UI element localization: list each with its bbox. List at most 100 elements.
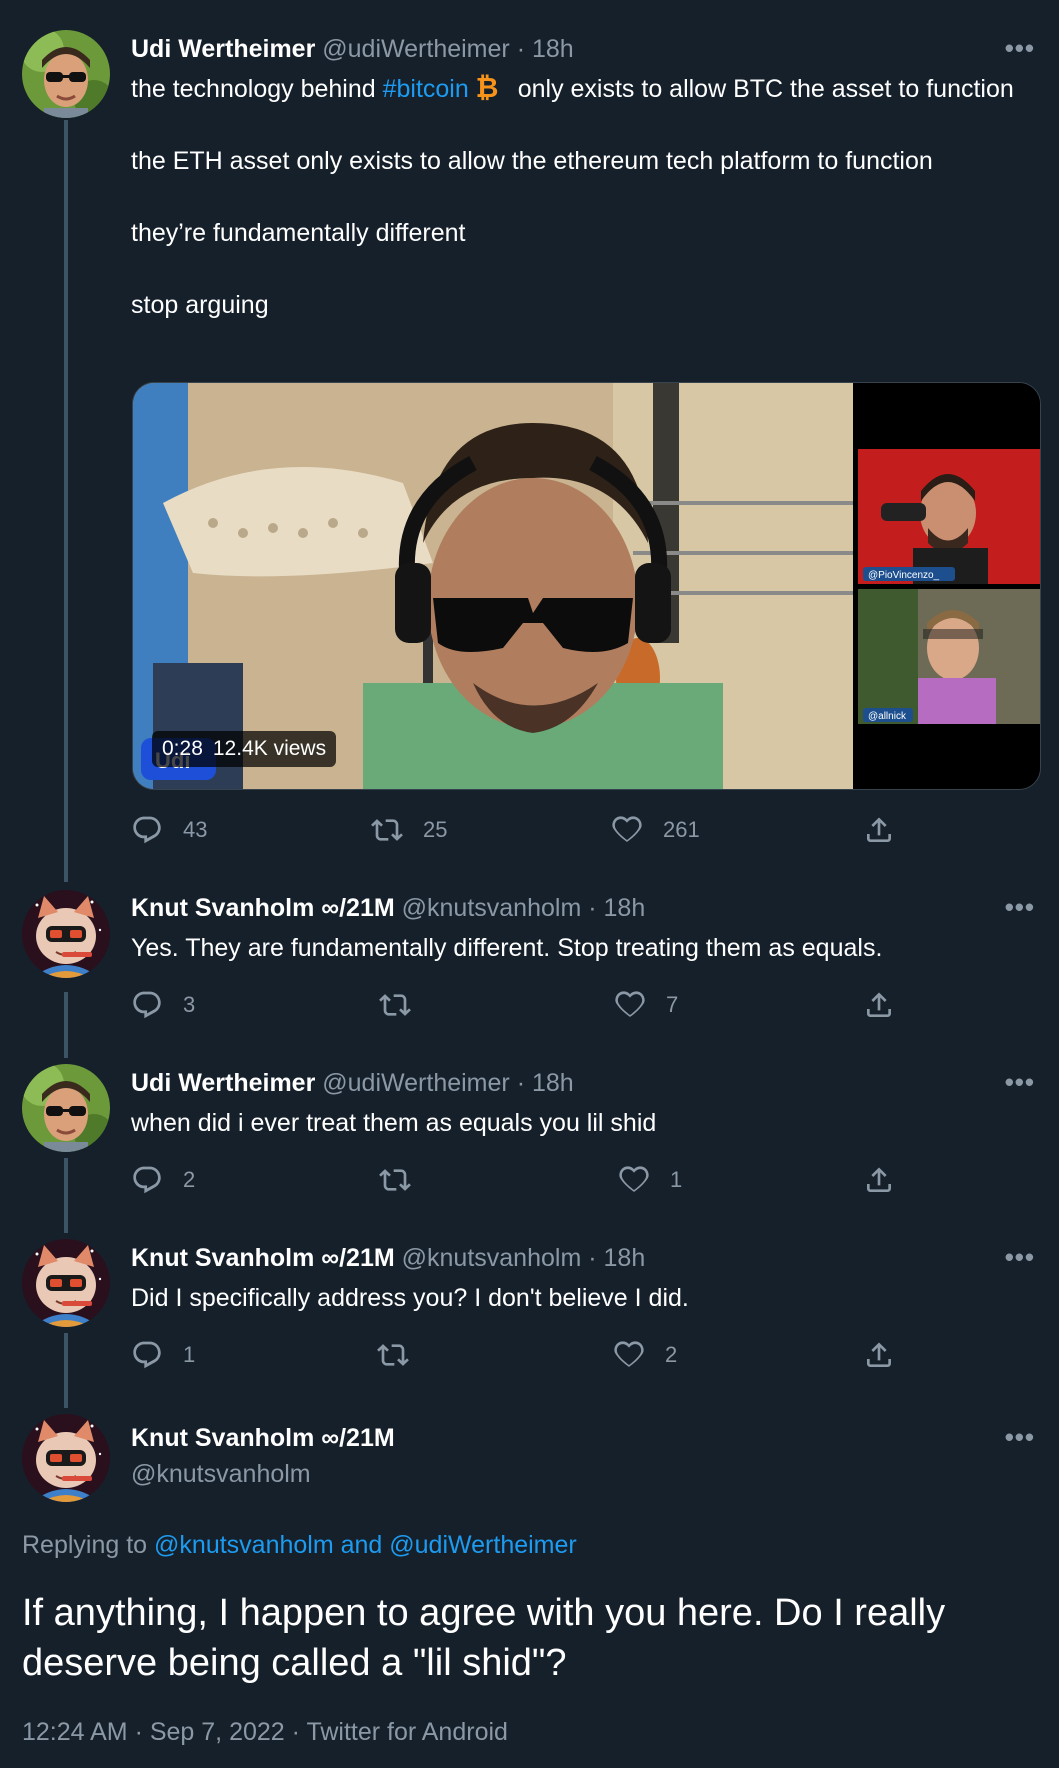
retweet-button[interactable]: 25	[371, 810, 447, 850]
retweet-icon	[377, 1339, 409, 1371]
like-icon	[611, 814, 643, 846]
tweet-header: Knut Svanholm ∞/21M @knutsvanholm · 18h	[131, 1243, 645, 1273]
share-icon	[863, 1164, 895, 1196]
tweet-paragraph: they’re fundamentally different	[131, 219, 466, 247]
avatar-knut[interactable]	[22, 890, 110, 978]
thread-line	[64, 1333, 68, 1408]
like-count: 261	[663, 817, 700, 842]
user-handle[interactable]: @udiWertheimer	[322, 1069, 509, 1097]
tweet-time[interactable]: · 18h	[517, 1069, 574, 1097]
tweet-text-part: the technology behind	[131, 75, 383, 103]
replying-to: Replying to @knutsvanholm and @udiWerthe…	[22, 1531, 577, 1560]
tweet-paragraph: the ETH asset only exists to allow the e…	[131, 147, 933, 175]
bitcoin-icon: ₿	[475, 72, 498, 102]
reply-count: 43	[183, 817, 208, 842]
reply-button[interactable]: 1	[131, 1335, 195, 1375]
video-player[interactable]: @PioVincenzo_ @allnick Udi	[132, 382, 1041, 790]
tweet-text-part: only exists to allow BTC the asset to fu…	[510, 75, 1014, 103]
tweet-time[interactable]: · 18h	[588, 1244, 645, 1272]
focused-handle: @knutsvanholm	[131, 1459, 311, 1489]
like-button[interactable]: 7	[614, 985, 678, 1025]
tweet-text: Yes. They are fundamentally different. S…	[131, 934, 883, 962]
thread-line	[64, 992, 68, 1058]
retweet-button[interactable]	[379, 1160, 411, 1200]
more-icon[interactable]: •••	[1005, 1069, 1035, 1095]
replying-to-link[interactable]: @knutsvanholm and @udiWertheimer	[154, 1531, 577, 1559]
share-button[interactable]	[863, 985, 895, 1025]
like-count: 7	[666, 992, 679, 1017]
reply-count: 3	[183, 992, 196, 1017]
reply-button[interactable]: 2	[131, 1160, 195, 1200]
tweet-header: Udi Wertheimer @udiWertheimer · 18h	[131, 1068, 574, 1098]
tweet-text: Did I specifically address you? I don't …	[131, 1284, 689, 1312]
tweet-text: the technology behind #bitcoin ₿ only exi…	[131, 71, 1031, 323]
reply-icon	[131, 1164, 163, 1196]
user-handle[interactable]: @knutsvanholm	[131, 1460, 311, 1488]
like-button[interactable]: 2	[613, 1335, 677, 1375]
like-icon	[613, 1339, 645, 1371]
tweet-time[interactable]: · 18h	[588, 894, 645, 922]
retweet-icon	[379, 989, 411, 1021]
replying-prefix: Replying to	[22, 1531, 155, 1559]
video-label-top: @PioVincenzo_	[868, 570, 940, 581]
video-duration: 0:28	[162, 737, 203, 760]
reply-count: 1	[183, 1342, 196, 1367]
more-icon[interactable]: •••	[1005, 894, 1035, 920]
thread-line	[64, 120, 68, 882]
share-icon	[863, 989, 895, 1021]
more-icon[interactable]: •••	[1005, 1244, 1035, 1270]
video-duration-badge: 0:28 12.4K views	[152, 731, 337, 767]
reply-icon	[131, 1339, 163, 1371]
hashtag-link[interactable]: #bitcoin	[383, 75, 469, 103]
display-name[interactable]: Knut Svanholm ∞/21M	[131, 894, 395, 922]
share-button[interactable]	[863, 1160, 895, 1200]
retweet-count: 25	[423, 817, 448, 842]
tweet-header: Knut Svanholm ∞/21M @knutsvanholm · 18h	[131, 893, 645, 923]
avatar-udi[interactable]	[22, 30, 110, 118]
like-icon	[618, 1164, 650, 1196]
tweet-meta[interactable]: 12:24 AM · Sep 7, 2022 · Twitter for And…	[22, 1718, 508, 1747]
video-views: 12.4K views	[212, 737, 327, 760]
reply-icon	[131, 989, 163, 1021]
tweet-actions: 1 2	[131, 1335, 891, 1375]
tweet-actions: 43 25 261	[131, 810, 891, 850]
tweet-text: when did i ever treat them as equals you…	[131, 1109, 657, 1137]
avatar-knut[interactable]	[22, 1414, 110, 1502]
user-handle[interactable]: @knutsvanholm	[402, 894, 582, 922]
thread-line	[64, 1158, 68, 1233]
share-icon	[863, 814, 895, 846]
svg-text:₿: ₿	[475, 72, 498, 102]
user-handle[interactable]: @udiWertheimer	[322, 35, 509, 63]
like-button[interactable]: 1	[618, 1160, 682, 1200]
retweet-button[interactable]	[377, 1335, 409, 1375]
reply-count: 2	[183, 1167, 196, 1192]
tweet-header: Udi Wertheimer @udiWertheimer · 18h	[131, 34, 574, 64]
reply-button[interactable]: 43	[131, 810, 207, 850]
video-label-bottom: @allnick	[868, 711, 907, 722]
like-count: 1	[670, 1167, 683, 1192]
share-icon	[863, 1339, 895, 1371]
display-name[interactable]: Udi Wertheimer	[131, 35, 315, 63]
share-button[interactable]	[863, 1335, 895, 1375]
retweet-icon	[379, 1164, 411, 1196]
like-button[interactable]: 261	[611, 810, 700, 850]
share-button[interactable]	[863, 810, 895, 850]
tweet-time[interactable]: · 18h	[517, 35, 574, 63]
user-handle[interactable]: @knutsvanholm	[402, 1244, 582, 1272]
avatar-knut[interactable]	[22, 1239, 110, 1327]
focused-name: Knut Svanholm ∞/21M	[131, 1423, 395, 1453]
tweet-actions: 2 1	[131, 1160, 891, 1200]
like-icon	[614, 989, 646, 1021]
reply-button[interactable]: 3	[131, 985, 195, 1025]
more-icon[interactable]: •••	[1005, 1424, 1035, 1450]
retweet-button[interactable]	[379, 985, 411, 1025]
display-name[interactable]: Udi Wertheimer	[131, 1069, 315, 1097]
retweet-icon	[371, 814, 403, 846]
display-name[interactable]: Knut Svanholm ∞/21M	[131, 1424, 395, 1452]
like-count: 2	[665, 1342, 678, 1367]
avatar-udi[interactable]	[22, 1064, 110, 1152]
more-icon[interactable]: •••	[1005, 35, 1035, 61]
tweet-actions: 3 7	[131, 985, 891, 1025]
display-name[interactable]: Knut Svanholm ∞/21M	[131, 1244, 395, 1272]
tweet-paragraph: stop arguing	[131, 291, 269, 319]
